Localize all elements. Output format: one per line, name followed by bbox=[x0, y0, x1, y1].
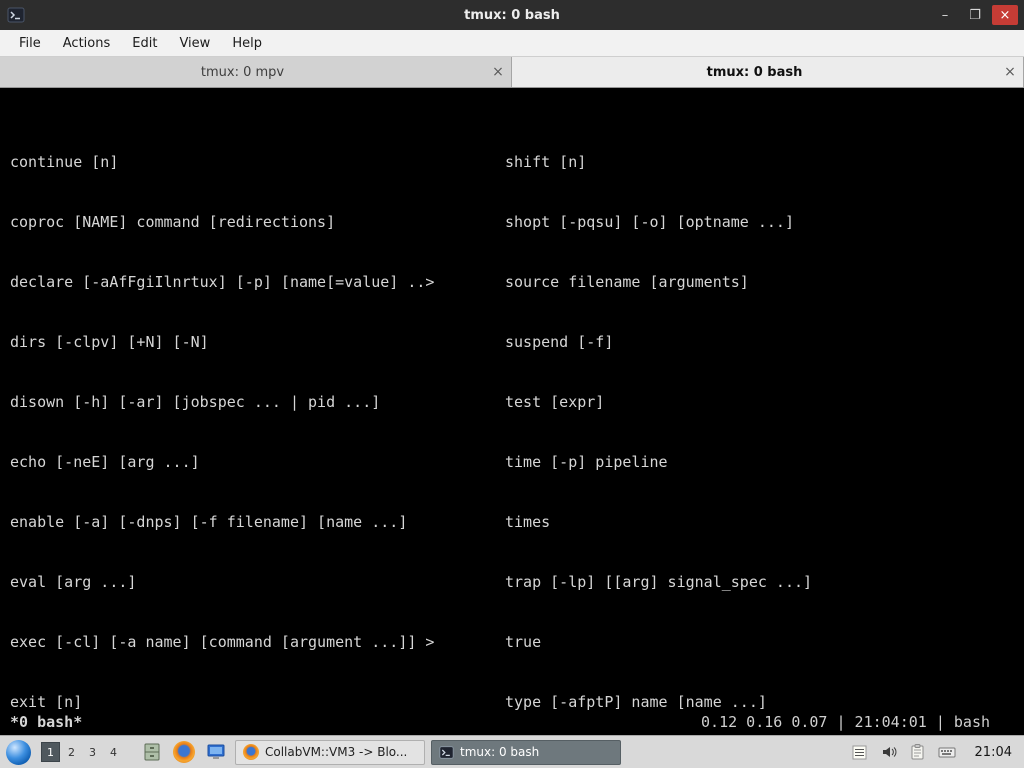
keyboard-icon bbox=[938, 747, 956, 758]
window-controls: – ❐ × bbox=[932, 5, 1018, 25]
terminal-icon bbox=[439, 745, 454, 759]
desktop: tmux: 0 bash – ❐ × File Actions Edit Vie… bbox=[0, 0, 1024, 768]
terminal-line: coproc [NAME] command [redirections] shop… bbox=[10, 212, 1024, 232]
task-button-terminal[interactable]: tmux: 0 bash bbox=[431, 739, 621, 765]
help-text-left: dirs [-clpv] [+N] [-N] bbox=[10, 333, 209, 351]
help-text-left: exec [-cl] [-a name] [command [argument … bbox=[10, 633, 435, 651]
keyboard-tray-button[interactable] bbox=[938, 743, 956, 761]
firefox-icon bbox=[173, 741, 195, 763]
terminal-line: echo [-neE] [arg ...] time [-p] pipeline bbox=[10, 452, 1024, 472]
firefox-icon bbox=[243, 744, 259, 760]
terminal-line: dirs [-clpv] [+N] [-N] suspend [-f] bbox=[10, 332, 1024, 352]
menu-bar: File Actions Edit View Help bbox=[0, 30, 1024, 57]
help-text-left: enable [-a] [-dnps] [-f filename] [name … bbox=[10, 513, 408, 531]
help-text-right: test [expr] bbox=[505, 393, 605, 411]
terminal-line: continue [n] shift [n] bbox=[10, 152, 1024, 172]
help-text-left: eval [arg ...] bbox=[10, 573, 137, 591]
help-text-right: type [-afptP] name [name ...] bbox=[505, 693, 767, 711]
speaker-icon bbox=[882, 747, 896, 757]
help-text-left: echo [-neE] [arg ...] bbox=[10, 453, 200, 471]
taskbar: 1 2 3 4 CollabVM::VM3 -> Blo... tmux: 0 … bbox=[0, 735, 1024, 768]
help-text-left: disown [-h] [-ar] [jobspec ... | pid ...… bbox=[10, 393, 381, 411]
clipboard-tray-button[interactable] bbox=[909, 743, 927, 761]
terminal-line: exec [-cl] [-a name] [command [argument … bbox=[10, 632, 1024, 652]
applications-menu-icon[interactable] bbox=[6, 739, 31, 765]
notes-icon bbox=[852, 745, 867, 759]
help-text-right: source filename [arguments] bbox=[505, 273, 749, 291]
help-text-right: shift [n] bbox=[505, 153, 587, 171]
volume-tray-button[interactable] bbox=[880, 743, 898, 761]
menu-help[interactable]: Help bbox=[221, 32, 273, 55]
tab-bar: tmux: 0 mpv × tmux: 0 bash × bbox=[0, 57, 1024, 88]
task-button-label: tmux: 0 bash bbox=[460, 745, 540, 759]
clipboard-icon bbox=[911, 744, 924, 760]
help-text-right: shopt [-pqsu] [-o] [optname ...] bbox=[505, 213, 794, 231]
menu-edit[interactable]: Edit bbox=[121, 32, 168, 55]
task-button-firefox[interactable]: CollabVM::VM3 -> Blo... bbox=[235, 739, 425, 765]
terminal-line: enable [-a] [-dnps] [-f filename] [name … bbox=[10, 512, 1024, 532]
system-tray: 21:04 bbox=[851, 743, 1018, 761]
terminal-line: disown [-h] [-ar] [jobspec ... | pid ...… bbox=[10, 392, 1024, 412]
display-launcher[interactable] bbox=[203, 739, 229, 765]
maximize-button[interactable]: ❐ bbox=[962, 5, 988, 25]
help-text-right: time [-p] pipeline bbox=[505, 453, 668, 471]
workspace-3[interactable]: 3 bbox=[83, 742, 102, 762]
window-titlebar[interactable]: tmux: 0 bash – ❐ × bbox=[0, 0, 1024, 30]
help-text-right: suspend [-f] bbox=[505, 333, 614, 351]
firefox-launcher[interactable] bbox=[171, 739, 197, 765]
help-text-right: times bbox=[505, 513, 551, 531]
terminal-line: exit [n] type [-afptP] name [name ...] bbox=[10, 692, 1024, 712]
help-text-right: true bbox=[505, 633, 542, 651]
workspace-switcher: 1 2 3 4 bbox=[41, 742, 123, 762]
terminal-line: declare [-aAfFgiIlnrtux] [-p] [name[=val… bbox=[10, 272, 1024, 292]
terminal-app-icon bbox=[6, 5, 26, 25]
tab-mpv-label: tmux: 0 mpv bbox=[200, 64, 285, 80]
tab-bash-close-icon[interactable]: × bbox=[997, 64, 1023, 80]
menu-view[interactable]: View bbox=[168, 32, 221, 55]
minimize-button[interactable]: – bbox=[932, 5, 958, 25]
tab-mpv[interactable]: tmux: 0 mpv × bbox=[0, 57, 512, 87]
help-text-right: trap [-lp] [[arg] signal_spec ...] bbox=[505, 573, 813, 591]
task-button-label: CollabVM::VM3 -> Blo... bbox=[265, 745, 408, 759]
window-title: tmux: 0 bash bbox=[464, 7, 560, 23]
help-text-left: continue [n] bbox=[10, 153, 119, 171]
tab-bash[interactable]: tmux: 0 bash × bbox=[512, 57, 1024, 87]
help-text-left: exit [n] bbox=[10, 693, 83, 711]
workspace-1[interactable]: 1 bbox=[41, 742, 60, 762]
notes-tray-button[interactable] bbox=[851, 743, 869, 761]
terminal-screen[interactable]: continue [n] shift [n] coproc [NAME] comm… bbox=[0, 88, 1024, 735]
clock[interactable]: 21:04 bbox=[975, 745, 1012, 760]
tab-mpv-close-icon[interactable]: × bbox=[485, 64, 511, 80]
tab-bash-label: tmux: 0 bash bbox=[706, 64, 803, 80]
workspace-2[interactable]: 2 bbox=[62, 742, 81, 762]
help-text-left: coproc [NAME] command [redirections] bbox=[10, 213, 336, 231]
menu-actions[interactable]: Actions bbox=[52, 32, 122, 55]
menu-file[interactable]: File bbox=[8, 32, 52, 55]
terminal-line: eval [arg ...] trap [-lp] [[arg] signal_s… bbox=[10, 572, 1024, 592]
tmux-window-list[interactable]: *0 bash* bbox=[10, 712, 82, 732]
monitor-icon bbox=[207, 744, 225, 759]
workspace-4[interactable]: 4 bbox=[104, 742, 123, 762]
file-cabinet-icon bbox=[144, 743, 160, 761]
tmux-status-bar: *0 bash* 0.12 0.16 0.07 | 21:04:01 | bas… bbox=[10, 712, 1024, 732]
tmux-status-right: 0.12 0.16 0.07 | 21:04:01 | bash bbox=[701, 713, 990, 731]
file-manager-launcher[interactable] bbox=[139, 739, 165, 765]
close-button[interactable]: × bbox=[992, 5, 1018, 25]
help-text-left: declare [-aAfFgiIlnrtux] [-p] [name[=val… bbox=[10, 273, 435, 291]
